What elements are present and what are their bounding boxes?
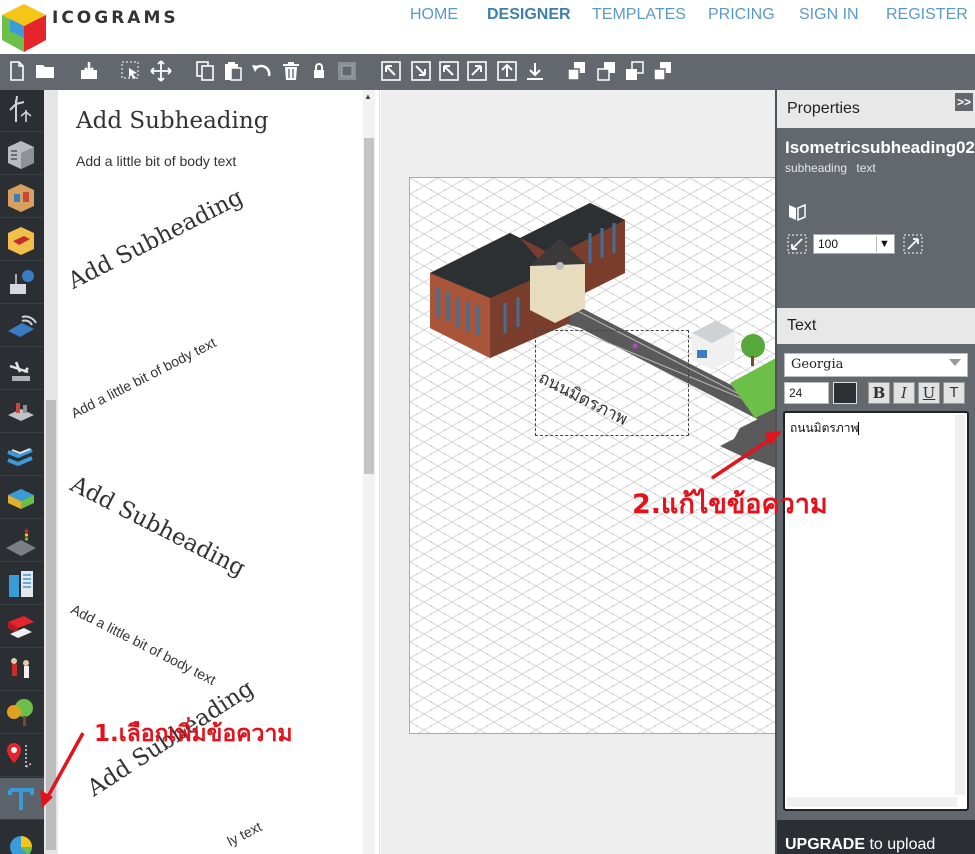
app-screen: { "brand": { "name": "ICOGRAMS", "colors…: [0, 0, 975, 854]
annotation-step-1: 1.เลือกเพิ่มข้อความ: [94, 721, 293, 747]
annotation-step-2: 2.แก้ไขข้อความ: [632, 489, 828, 520]
